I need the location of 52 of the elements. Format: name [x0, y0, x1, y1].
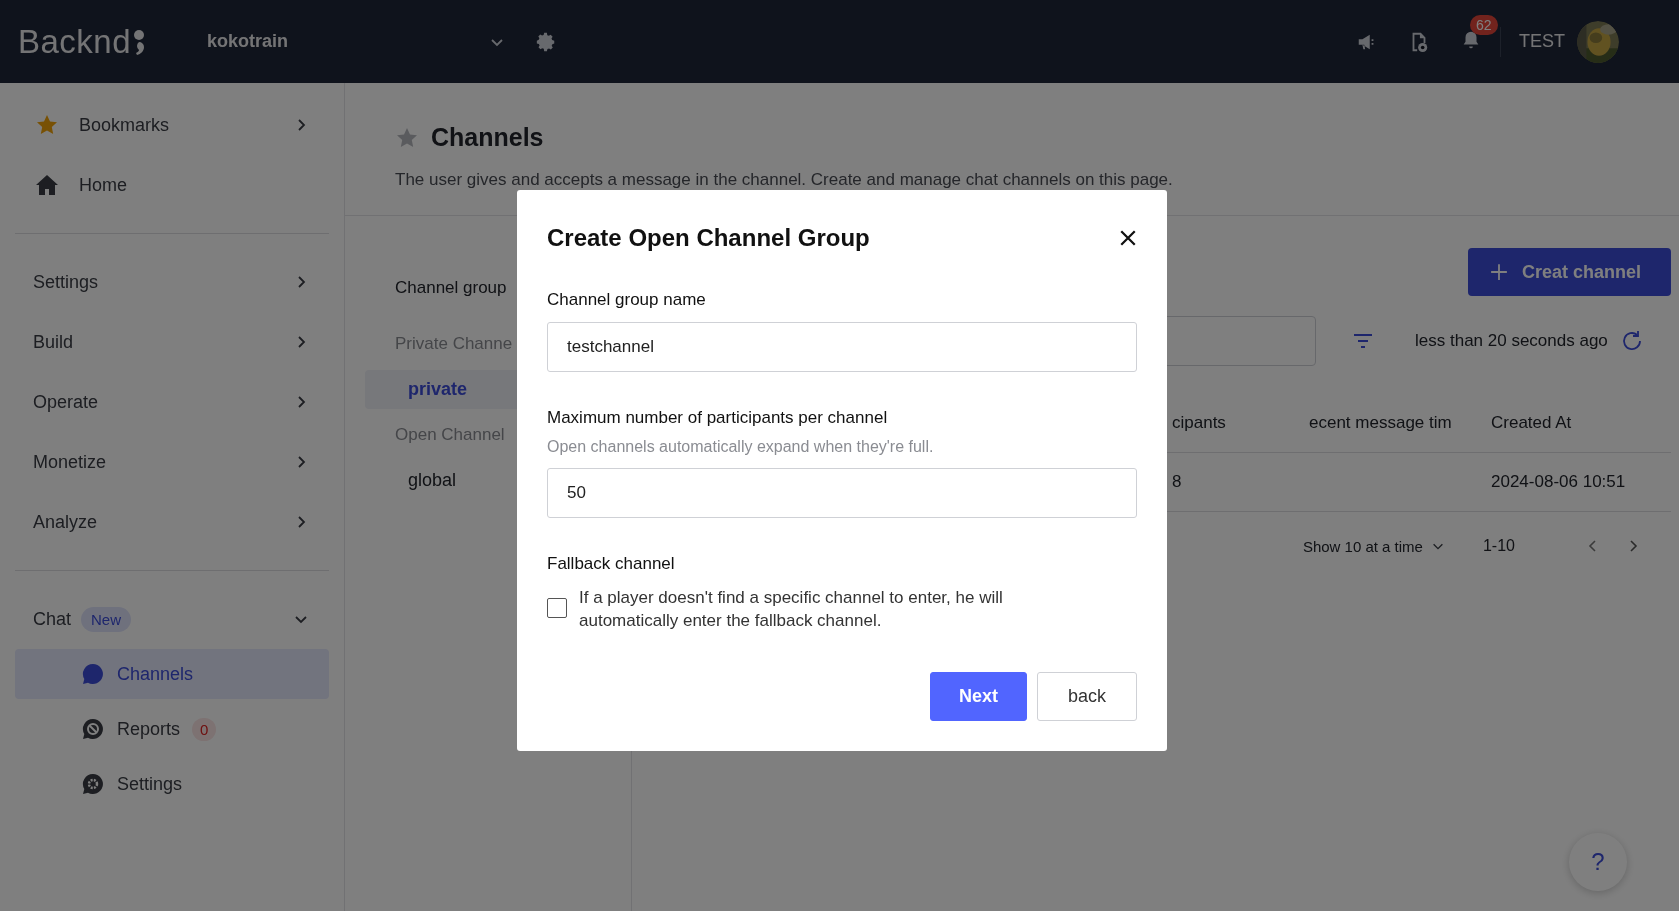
- column-header: Created At: [1491, 413, 1573, 433]
- dialog-title: Create Open Channel Group: [547, 224, 870, 252]
- channel-group-heading: Channel group: [395, 278, 507, 298]
- checkbox[interactable]: [547, 598, 567, 618]
- page-size-select[interactable]: Show 10 at a time: [1302, 537, 1445, 555]
- sidebar-item[interactable]: Bookmarks: [15, 95, 329, 155]
- sidebar-item[interactable]: Analyze: [15, 492, 329, 552]
- plus-icon: [1489, 263, 1508, 281]
- sidebar-subitem[interactable]: Channels: [15, 649, 329, 699]
- table-cell: 8: [1172, 472, 1182, 491]
- help-button[interactable]: ?: [1569, 833, 1627, 891]
- sidebar-subitem[interactable]: Settings: [15, 759, 329, 809]
- input-field[interactable]: 50: [547, 468, 1137, 518]
- page-description: The user gives and accepts a message in the channel. Create and manage chat channels on this page.: [395, 170, 1174, 190]
- user-name[interactable]: TEST: [1519, 31, 1565, 52]
- logo-mark-icon: [133, 28, 146, 55]
- count-badge: 0: [192, 717, 217, 741]
- notification-badge: 62: [1470, 14, 1498, 35]
- create-channel-button[interactable]: Creat channel: [1467, 248, 1671, 296]
- column-header: cipants: [1172, 413, 1227, 433]
- field-label: Maximum number of participants per channel: [547, 408, 889, 428]
- field-label: Channel group name: [547, 290, 707, 310]
- sidebar-item[interactable]: Settings: [15, 252, 329, 312]
- gear-chat-icon: [81, 772, 105, 796]
- sidebar-item[interactable]: Chat New: [15, 589, 329, 649]
- input-field[interactable]: testchannel: [547, 322, 1137, 372]
- logo-text[interactable]: Backnd: [18, 22, 132, 61]
- sidebar-item[interactable]: Monetize: [15, 432, 329, 492]
- back-button[interactable]: back: [1036, 672, 1137, 721]
- table-cell: 2024-08-06 10:51: [1491, 472, 1626, 491]
- chat-bubble-icon: [81, 662, 105, 686]
- section-title: Open Channel: [395, 425, 505, 445]
- field-label: Fallback channel: [547, 554, 676, 574]
- page-title: Channels: [431, 123, 544, 152]
- sidebar-item[interactable]: Operate: [15, 372, 329, 432]
- sidebar-subitem[interactable]: Reports 0: [15, 704, 329, 754]
- new-badge: New: [81, 606, 132, 632]
- checkbox-text: If a player doesn't find a specific channel to enter, he will automatically enter the fallback channel.: [579, 587, 1004, 632]
- project-name[interactable]: kokotrain: [207, 31, 489, 52]
- star-icon: [35, 113, 59, 137]
- last-updated-text: less than 20 seconds ago: [1415, 331, 1608, 351]
- section-title: Private Channe: [395, 334, 513, 354]
- field-hint: Open channels automatically expand when they're full.: [547, 438, 935, 456]
- column-header: ecent message tim: [1309, 413, 1453, 433]
- settings-icon[interactable]: [535, 30, 557, 53]
- page-range: 1-10: [1482, 537, 1515, 555]
- sidebar-item[interactable]: Build: [15, 312, 329, 372]
- home-icon: [35, 173, 59, 197]
- close-icon[interactable]: [1119, 229, 1137, 247]
- sidebar-item[interactable]: Home: [15, 155, 329, 215]
- next-button[interactable]: Next: [929, 672, 1027, 721]
- blocked-chat-icon: [81, 717, 105, 741]
